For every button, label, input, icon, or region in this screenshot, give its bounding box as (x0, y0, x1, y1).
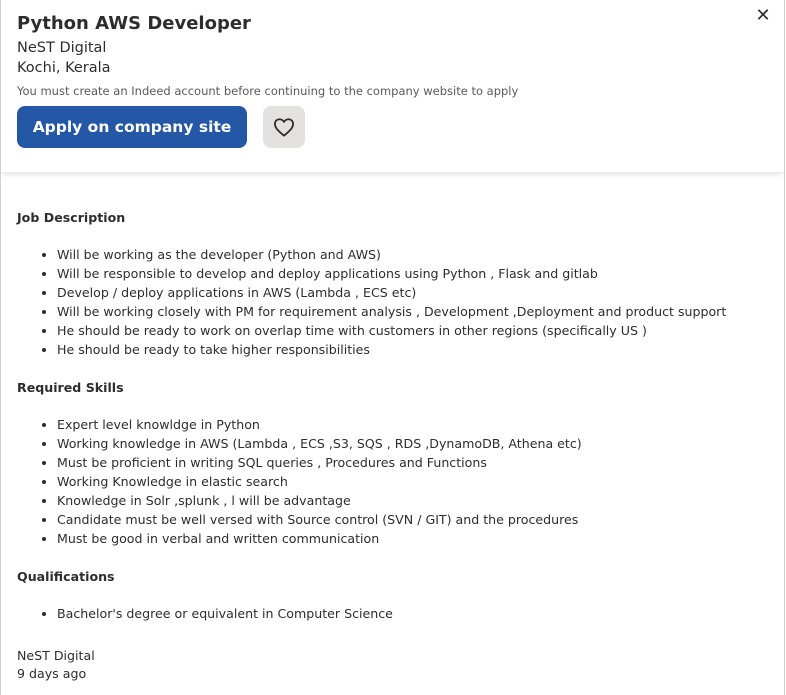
apply-button[interactable]: Apply on company site (17, 106, 247, 148)
list-item: Knowledge in Solr ,splunk , l will be ad… (57, 491, 582, 510)
job-header: ✕ Python AWS Developer NeST Digital Koch… (1, 0, 784, 173)
list-item: Must be proficient in writing SQL querie… (57, 453, 582, 472)
job-description-list: Will be working as the developer (Python… (17, 245, 726, 359)
section-title-required-skills: Required Skills (17, 380, 124, 395)
list-item: Will be working closely with PM for requ… (57, 302, 726, 321)
list-item: Candidate must be well versed with Sourc… (57, 510, 582, 529)
job-details-panel: ✕ Python AWS Developer NeST Digital Koch… (0, 0, 785, 695)
heart-icon (273, 118, 294, 137)
list-item: Will be responsible to develop and deplo… (57, 264, 726, 283)
section-title-qualifications: Qualifications (17, 569, 115, 584)
list-item: Working knowledge in AWS (Lambda , ECS ,… (57, 434, 582, 453)
posted-date: 9 days ago (17, 666, 87, 681)
list-item: Develop / deploy applications in AWS (La… (57, 283, 726, 302)
job-location: Kochi, Kerala (17, 60, 111, 76)
close-icon[interactable]: ✕ (752, 4, 774, 26)
list-item: Must be good in verbal and written commu… (57, 529, 582, 548)
company-name: NeST Digital (17, 40, 107, 56)
list-item: Will be working as the developer (Python… (57, 245, 726, 264)
section-title-job-description: Job Description (17, 210, 126, 225)
apply-notice: You must create an Indeed account before… (17, 84, 519, 98)
list-item: Working Knowledge in elastic search (57, 472, 582, 491)
required-skills-list: Expert level knowldge in Python Working … (17, 415, 582, 548)
footer-company-name: NeST Digital (17, 648, 95, 663)
list-item: He should be ready to take higher respon… (57, 340, 726, 359)
save-job-button[interactable] (263, 106, 305, 148)
list-item: He should be ready to work on overlap ti… (57, 321, 726, 340)
job-title: Python AWS Developer (17, 13, 251, 34)
list-item: Bachelor's degree or equivalent in Compu… (57, 604, 393, 623)
qualifications-list: Bachelor's degree or equivalent in Compu… (17, 604, 393, 623)
list-item: Expert level knowldge in Python (57, 415, 582, 434)
